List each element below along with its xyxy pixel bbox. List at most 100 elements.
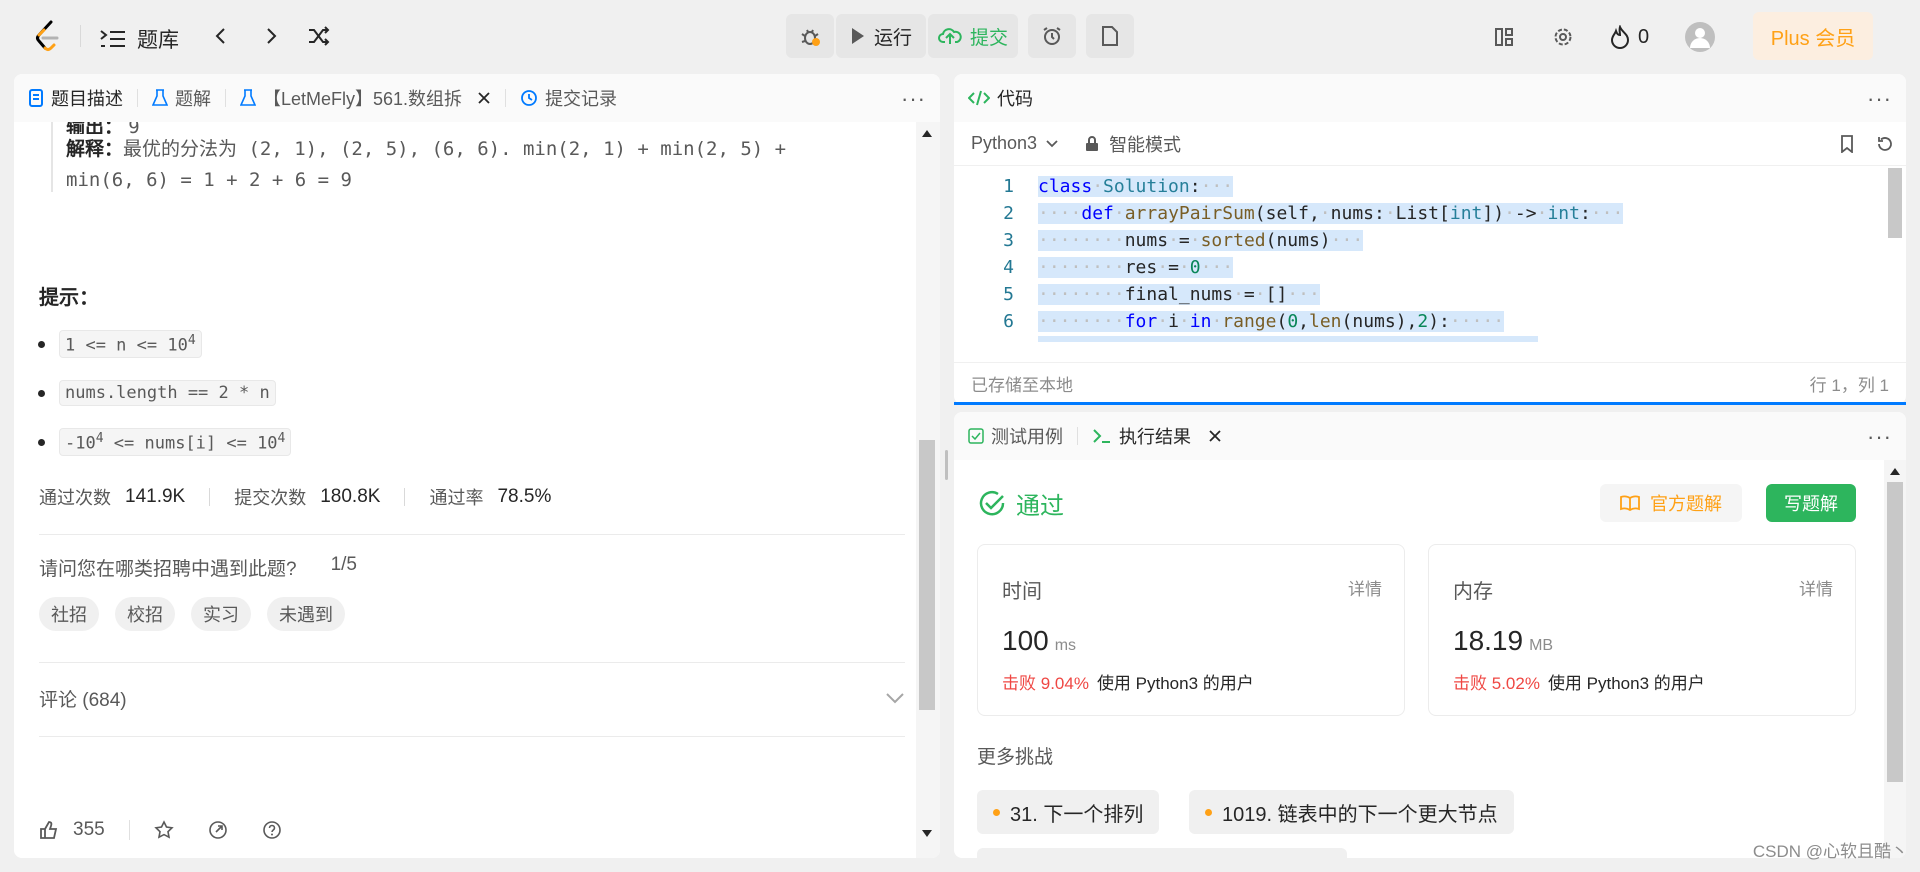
streak-counter[interactable]: 0	[1610, 25, 1649, 49]
official-solution-button[interactable]: 官方题解	[1600, 484, 1742, 522]
debug-button[interactable]	[786, 14, 834, 58]
survey-tag[interactable]: 未遇到	[267, 597, 345, 631]
top-nav-bar: 题库 运行 提交 0 Plus 会员	[0, 0, 1920, 72]
result-tabbar: 测试用例 执行结果 ···	[954, 412, 1906, 460]
runtime-value: 100	[1002, 625, 1049, 656]
comments-label: 评论 (684)	[39, 689, 127, 711]
scroll-up-arrow[interactable]	[1890, 468, 1900, 475]
language-select[interactable]: Python3	[971, 133, 1037, 154]
alarm-clock-icon	[1043, 27, 1061, 45]
like-count: 355	[73, 818, 105, 840]
code-line-partial	[1038, 336, 1538, 342]
bookmark-icon[interactable]	[1840, 135, 1854, 153]
code-line: 3 ········nums·=·sorted(nums)···	[954, 227, 1364, 254]
avatar[interactable]	[1684, 21, 1716, 53]
memory-detail-link[interactable]: 详情	[1799, 575, 1833, 600]
next-problem-icon[interactable]	[262, 26, 280, 46]
editor-scrollbar-thumb[interactable]	[1888, 168, 1902, 238]
close-icon[interactable]	[1208, 429, 1222, 443]
stats-row: 通过次数 141.9K 提交次数 180.8K 通过率 78.5%	[39, 484, 551, 510]
help-icon[interactable]	[262, 820, 282, 840]
code-line: 4 ········res·=·0···	[954, 254, 1234, 281]
prev-problem-icon[interactable]	[212, 26, 230, 46]
notes-button[interactable]	[1086, 14, 1134, 58]
tab-testcase[interactable]: 测试用例	[954, 412, 1077, 460]
editor-scrollbar[interactable]	[1884, 166, 1906, 362]
tab-result[interactable]: 执行结果	[1078, 412, 1236, 460]
tab-article[interactable]: 【LetMeFly】561.数组拆	[226, 74, 505, 122]
accepted-value: 141.9K	[125, 486, 186, 507]
run-button[interactable]: 运行	[836, 14, 926, 58]
runtime-card[interactable]: 时间 详情 100 ms 击败 9.04% 使用 Python3 的用户	[977, 544, 1405, 716]
explain-text-2: min(6, 6) = 1 + 2 + 6 = 9	[66, 169, 352, 191]
hint-code: 1 <= n <= 104	[59, 329, 202, 359]
scroll-down-arrow[interactable]	[922, 830, 932, 837]
timer-button[interactable]	[1028, 14, 1076, 58]
survey-tag[interactable]: 校招	[115, 597, 175, 631]
memory-card[interactable]: 内存 详情 18.19 MB 击败 5.02% 使用 Python3 的用户	[1428, 544, 1856, 716]
tab-code[interactable]: 代码	[954, 74, 1047, 122]
runtime-detail-link[interactable]: 详情	[1348, 575, 1382, 600]
leetcode-logo-icon[interactable]	[33, 20, 63, 54]
code-area[interactable]: 1 class·Solution:··· 2 ····def·arrayPairSu…	[954, 166, 1884, 362]
lock-icon	[1086, 135, 1099, 151]
line-number: 4	[1003, 257, 1014, 278]
hint-text-tail: <= nums[i] <= 10	[103, 433, 278, 454]
hint-code: -104 <= nums[i] <= 104	[59, 427, 292, 457]
panel-resize-handle[interactable]	[945, 450, 948, 480]
scrollbar-track[interactable]	[916, 122, 940, 858]
result-content: 通过 官方题解 写题解 时间 详情 100 ms 击败 9.04% 使用 Pyt…	[954, 460, 1884, 858]
shuffle-icon[interactable]	[307, 25, 331, 47]
save-status: 已存储至本地	[971, 376, 1073, 395]
plus-member-button[interactable]: Plus 会员	[1753, 12, 1873, 60]
output-value: 9	[128, 122, 140, 134]
hint-text: nums.length == 2 * n	[65, 383, 270, 403]
hint-item: 1 <= n <= 104	[38, 327, 291, 361]
tab-solutions[interactable]: 题解	[138, 74, 225, 122]
star-icon[interactable]	[153, 819, 174, 840]
streak-count: 0	[1638, 25, 1650, 48]
beat-value: 5.02%	[1491, 674, 1540, 693]
panel-splitter-active[interactable]	[954, 402, 1906, 405]
comments-section[interactable]: 评论 (684)	[39, 670, 905, 726]
code-line: 5 ········final_nums·=·[]···	[954, 281, 1320, 308]
flame-icon	[1610, 25, 1630, 49]
survey-tag[interactable]: 社招	[39, 597, 99, 631]
challenge-chip[interactable]: 1019. 链表中的下一个更大节点	[1189, 790, 1514, 834]
result-scrollbar[interactable]	[1884, 460, 1906, 858]
layout-icon[interactable]	[1494, 27, 1514, 47]
challenge-chip[interactable]: 31. 下一个排列	[977, 790, 1160, 834]
hint-item: nums.length == 2 * n	[38, 376, 291, 410]
list-icon	[100, 30, 125, 47]
share-icon[interactable]	[208, 820, 228, 840]
survey-question: 请问您在哪类招聘中遇到此题?	[39, 559, 297, 580]
result-scrollbar-thumb[interactable]	[1887, 482, 1903, 782]
write-solution-button[interactable]: 写题解	[1766, 484, 1856, 522]
more-options-icon[interactable]: ···	[1867, 424, 1892, 450]
beat-label: 击败	[1002, 674, 1036, 693]
line-number: 6	[1003, 311, 1014, 332]
chevron-down-icon[interactable]	[885, 692, 905, 704]
official-solution-label: 官方题解	[1650, 494, 1722, 514]
survey-tag[interactable]: 实习	[191, 597, 251, 631]
thumbs-up-icon[interactable]	[39, 820, 59, 840]
problem-list-button[interactable]: 题库	[99, 24, 179, 54]
more-options-icon[interactable]: ···	[1867, 86, 1892, 112]
submit-button[interactable]: 提交	[928, 14, 1018, 58]
tab-description[interactable]: 题目描述	[14, 74, 137, 122]
tab-submissions[interactable]: 提交记录	[506, 74, 631, 122]
bug-icon	[801, 29, 820, 46]
reset-icon[interactable]	[1876, 135, 1894, 153]
chevron-down-icon[interactable]	[1045, 139, 1059, 149]
hint-list: 1 <= n <= 104 nums.length == 2 * n -104 …	[38, 327, 292, 459]
survey-row: 请问您在哪类招聘中遇到此题? 1/5	[39, 554, 357, 581]
beat-suffix: 使用 Python3 的用户	[1096, 674, 1254, 693]
scrollbar-thumb[interactable]	[919, 440, 935, 710]
editor-mode[interactable]: 智能模式	[1109, 131, 1181, 157]
close-icon[interactable]	[477, 91, 491, 105]
scroll-up-arrow[interactable]	[922, 130, 932, 137]
checkbox-icon	[968, 428, 984, 444]
more-options-icon[interactable]: ···	[901, 86, 926, 112]
settings-gear-icon[interactable]	[1553, 27, 1573, 47]
line-number: 1	[1003, 176, 1014, 197]
